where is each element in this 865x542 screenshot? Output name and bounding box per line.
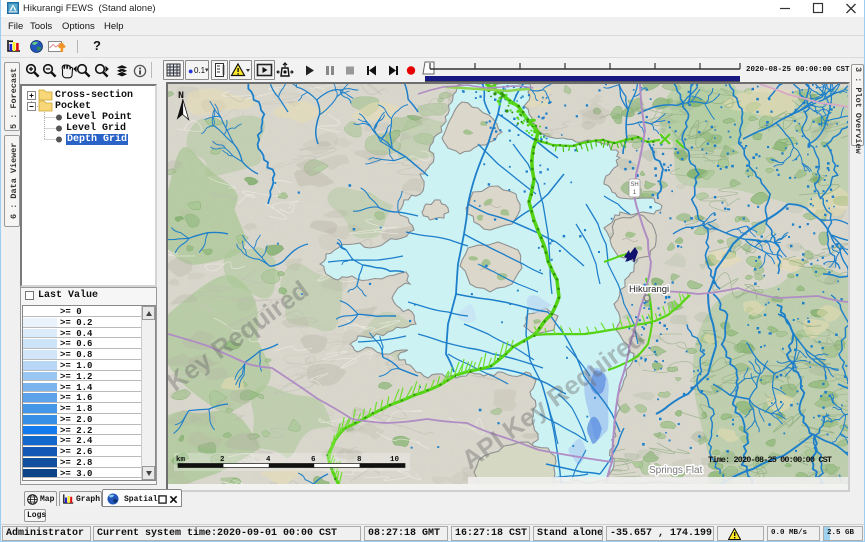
svg-text:2: 2 <box>220 456 225 464</box>
svg-text:SH: SH <box>630 182 638 188</box>
svg-text:10: 10 <box>390 456 400 464</box>
svg-text:Time: 2020-08-25 00:00:00 CST: Time: 2020-08-25 00:00:00 CST <box>708 455 832 465</box>
svg-text:4: 4 <box>266 456 271 464</box>
svg-text:km: km <box>176 456 186 464</box>
svg-text:Springs Flat: Springs Flat <box>649 465 703 476</box>
svg-text:8: 8 <box>357 456 362 464</box>
svg-text:6: 6 <box>311 456 316 464</box>
svg-text:Hikurangi: Hikurangi <box>629 284 669 295</box>
